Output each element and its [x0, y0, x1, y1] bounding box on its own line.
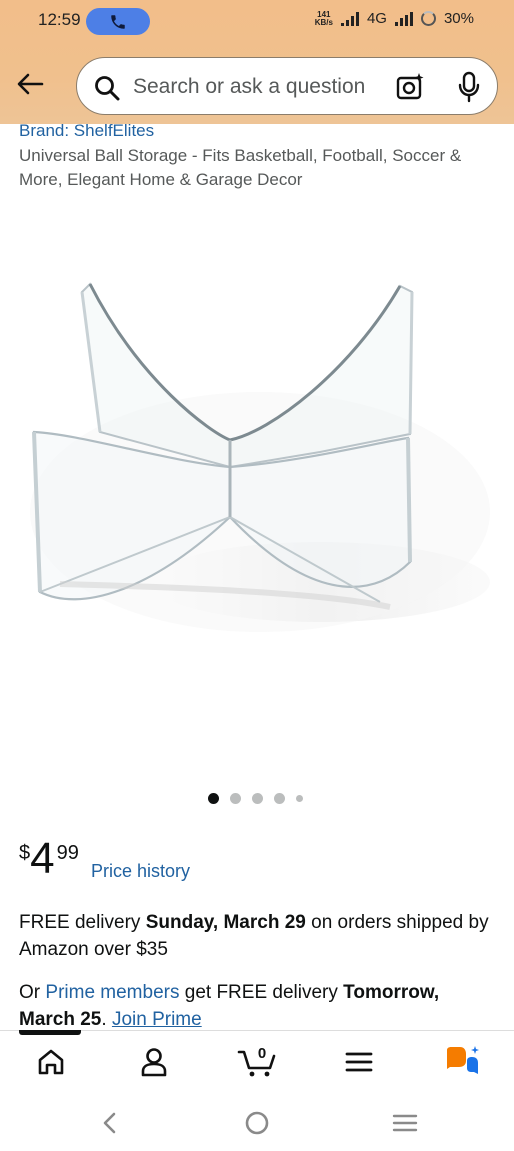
image-carousel-dots[interactable]: [208, 793, 303, 804]
search-icon: [95, 76, 120, 101]
cart-count-badge: 0: [257, 1045, 267, 1062]
network-type: 4G: [366, 10, 387, 27]
price-history-link[interactable]: Price history: [91, 861, 190, 882]
back-button[interactable]: [12, 66, 48, 102]
carousel-dot-5[interactable]: [296, 795, 303, 802]
carousel-dot-3[interactable]: [252, 793, 263, 804]
nav-home[interactable]: [31, 1044, 71, 1080]
system-recents-button[interactable]: [390, 1109, 420, 1137]
search-input[interactable]: [133, 75, 383, 99]
menu-icon: [345, 1052, 373, 1072]
join-prime-link[interactable]: Join Prime: [112, 1009, 202, 1030]
status-indicators: 141 KB/s 4G 30%: [315, 10, 474, 27]
status-bar: 12:59 141 KB/s 4G 30%: [0, 0, 514, 42]
system-home-button[interactable]: [242, 1109, 272, 1137]
battery-level: 30%: [443, 10, 474, 27]
signal-icon-2: [394, 11, 413, 26]
carousel-dot-2[interactable]: [230, 793, 241, 804]
search-bar[interactable]: [76, 57, 498, 115]
net-speed: 141 KB/s: [314, 9, 333, 27]
microphone-icon[interactable]: [457, 71, 481, 103]
prime-delivery-info: Or Prime members get FREE delivery Tomor…: [19, 982, 440, 1030]
price-whole: 4: [30, 834, 55, 883]
menu-icon: [392, 1114, 418, 1132]
phone-icon: [111, 14, 125, 29]
home-icon: [38, 1049, 64, 1075]
battery-icon: [420, 11, 436, 26]
product-title: Universal Ball Storage - Fits Basketball…: [19, 146, 462, 189]
delivery-info: FREE delivery Sunday, March 29 on orders…: [19, 912, 489, 960]
rufus-assistant-icon: [447, 1046, 479, 1074]
circle-icon: [245, 1111, 269, 1135]
account-icon: [141, 1048, 167, 1077]
signal-icon: [340, 11, 359, 26]
nav-rufus-assistant[interactable]: [442, 1044, 482, 1080]
carousel-dot-4[interactable]: [274, 793, 285, 804]
camera-lens-icon[interactable]: [395, 72, 425, 102]
chevron-left-icon: [103, 1112, 116, 1134]
ongoing-call-pill[interactable]: [86, 8, 150, 35]
carousel-dot-1[interactable]: [208, 793, 219, 804]
nav-account[interactable]: [134, 1044, 174, 1080]
app-header: 12:59 141 KB/s 4G 30%: [0, 0, 514, 124]
product-price: $ 4 99: [19, 836, 79, 882]
arrow-left-icon: [17, 73, 44, 95]
brand-link[interactable]: Brand: ShelfElites: [19, 121, 154, 141]
delivery-date: Sunday, March 29: [145, 912, 306, 933]
nav-menu[interactable]: [339, 1044, 379, 1080]
price-fraction: 99: [56, 842, 79, 864]
active-tab-indicator: [19, 1030, 81, 1035]
system-back-button[interactable]: [95, 1109, 125, 1137]
product-image[interactable]: [20, 262, 492, 668]
prime-members-link[interactable]: Prime members: [45, 982, 179, 1003]
status-time: 12:59: [38, 10, 81, 29]
price-currency: $: [19, 842, 31, 864]
